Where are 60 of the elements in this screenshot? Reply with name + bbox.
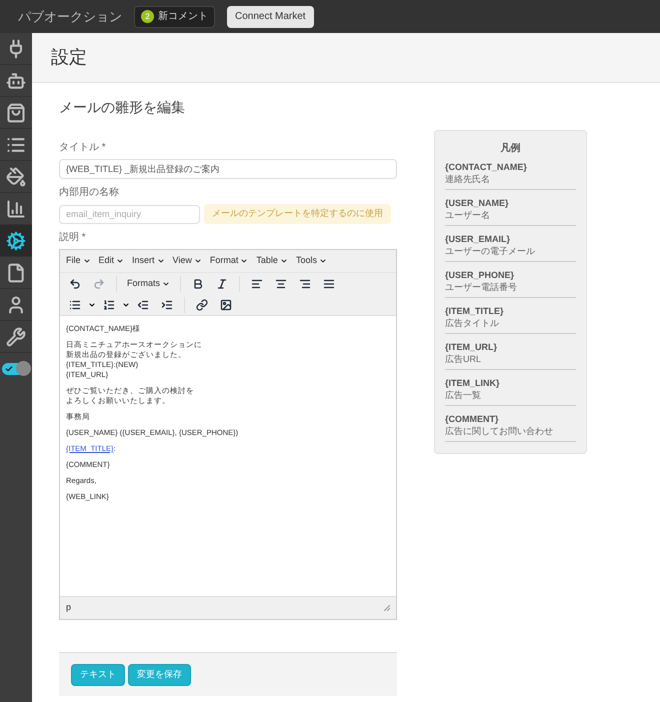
section-title: メールの雛形を編集 xyxy=(59,98,186,117)
formats-dropdown[interactable]: Formats xyxy=(123,276,174,290)
name-field[interactable]: email_item_inquiry xyxy=(59,204,200,224)
toggle-switch[interactable] xyxy=(2,363,30,375)
caret-icon xyxy=(194,257,202,265)
menu-item[interactable]: View xyxy=(172,254,202,268)
legend-description: ユーザー電話番号 xyxy=(445,281,518,293)
field-label: タイトル * xyxy=(59,141,107,155)
page-title: 設定 xyxy=(51,46,87,69)
legend-code: {USER_EMAIL} xyxy=(445,233,512,245)
legend-code: {ITEM_URL} xyxy=(445,341,498,353)
legend-description: 広告一覧 xyxy=(445,389,482,401)
element-path: p xyxy=(66,601,72,614)
legend-description: ユーザー名 xyxy=(445,209,491,221)
legend-description: 広告に関してお問い合わせ xyxy=(445,425,554,437)
caret-icon xyxy=(116,257,124,265)
legend-code: {COMMENT} xyxy=(445,413,500,425)
field-label: 内部用の名称 xyxy=(59,186,120,200)
legend-code: {CONTACT_NAME} xyxy=(445,161,528,173)
user-icon xyxy=(6,294,26,314)
caret-icon xyxy=(280,257,288,265)
caret-icon[interactable] xyxy=(88,300,96,308)
caret-icon xyxy=(162,280,170,288)
caret-icon xyxy=(82,257,91,265)
caret-icon xyxy=(318,257,327,265)
check-icon xyxy=(5,365,13,373)
notification-label: 新コメント xyxy=(158,10,208,24)
tools-icon xyxy=(6,326,26,346)
menu-item[interactable]: Edit xyxy=(98,254,124,268)
resize-handle-icon[interactable] xyxy=(384,605,390,611)
bucket-icon xyxy=(6,166,26,186)
field-label: 説明 * xyxy=(59,230,87,245)
menu-item[interactable]: Format xyxy=(210,254,248,268)
notification-button[interactable]: 2 新コメント xyxy=(134,6,215,28)
legend-code: {ITEM_LINK} xyxy=(445,377,501,389)
count-badge: 2 xyxy=(141,10,154,23)
robot-icon xyxy=(6,70,26,90)
menu-item[interactable]: Table xyxy=(256,254,288,268)
hint-text: メールのテンプレートを特定するのに使用 xyxy=(204,204,391,224)
file-icon xyxy=(6,262,26,282)
connect-market-button[interactable]: Connect Market xyxy=(227,6,314,28)
legend-description: ユーザーの電子メール xyxy=(445,245,536,257)
caret-icon xyxy=(240,257,248,265)
caret-icon[interactable] xyxy=(122,300,130,308)
bag-icon xyxy=(6,102,26,122)
menu-item[interactable]: File xyxy=(66,254,91,268)
title-field[interactable]: {WEB_TITLE} _新規出品登録のご案内 xyxy=(59,159,397,179)
sidebar-item[interactable] xyxy=(0,225,32,257)
bar-chart-icon xyxy=(6,198,26,218)
menu-item[interactable]: Tools xyxy=(296,254,327,268)
menu-item[interactable]: Insert xyxy=(132,254,165,268)
legend-description: 広告タイトル xyxy=(445,317,500,329)
legend-description: 連絡先氏名 xyxy=(445,173,491,185)
caret-icon xyxy=(156,257,165,265)
legend-code: {ITEM_TITLE} xyxy=(445,305,505,317)
legend-code: {USER_PHONE} xyxy=(445,269,516,281)
legend-title: 凡例 xyxy=(500,142,522,156)
legend-description: 広告URL xyxy=(445,353,482,365)
brand-title: パブオークション xyxy=(18,8,122,26)
legend-code: {USER_NAME} xyxy=(445,197,510,209)
